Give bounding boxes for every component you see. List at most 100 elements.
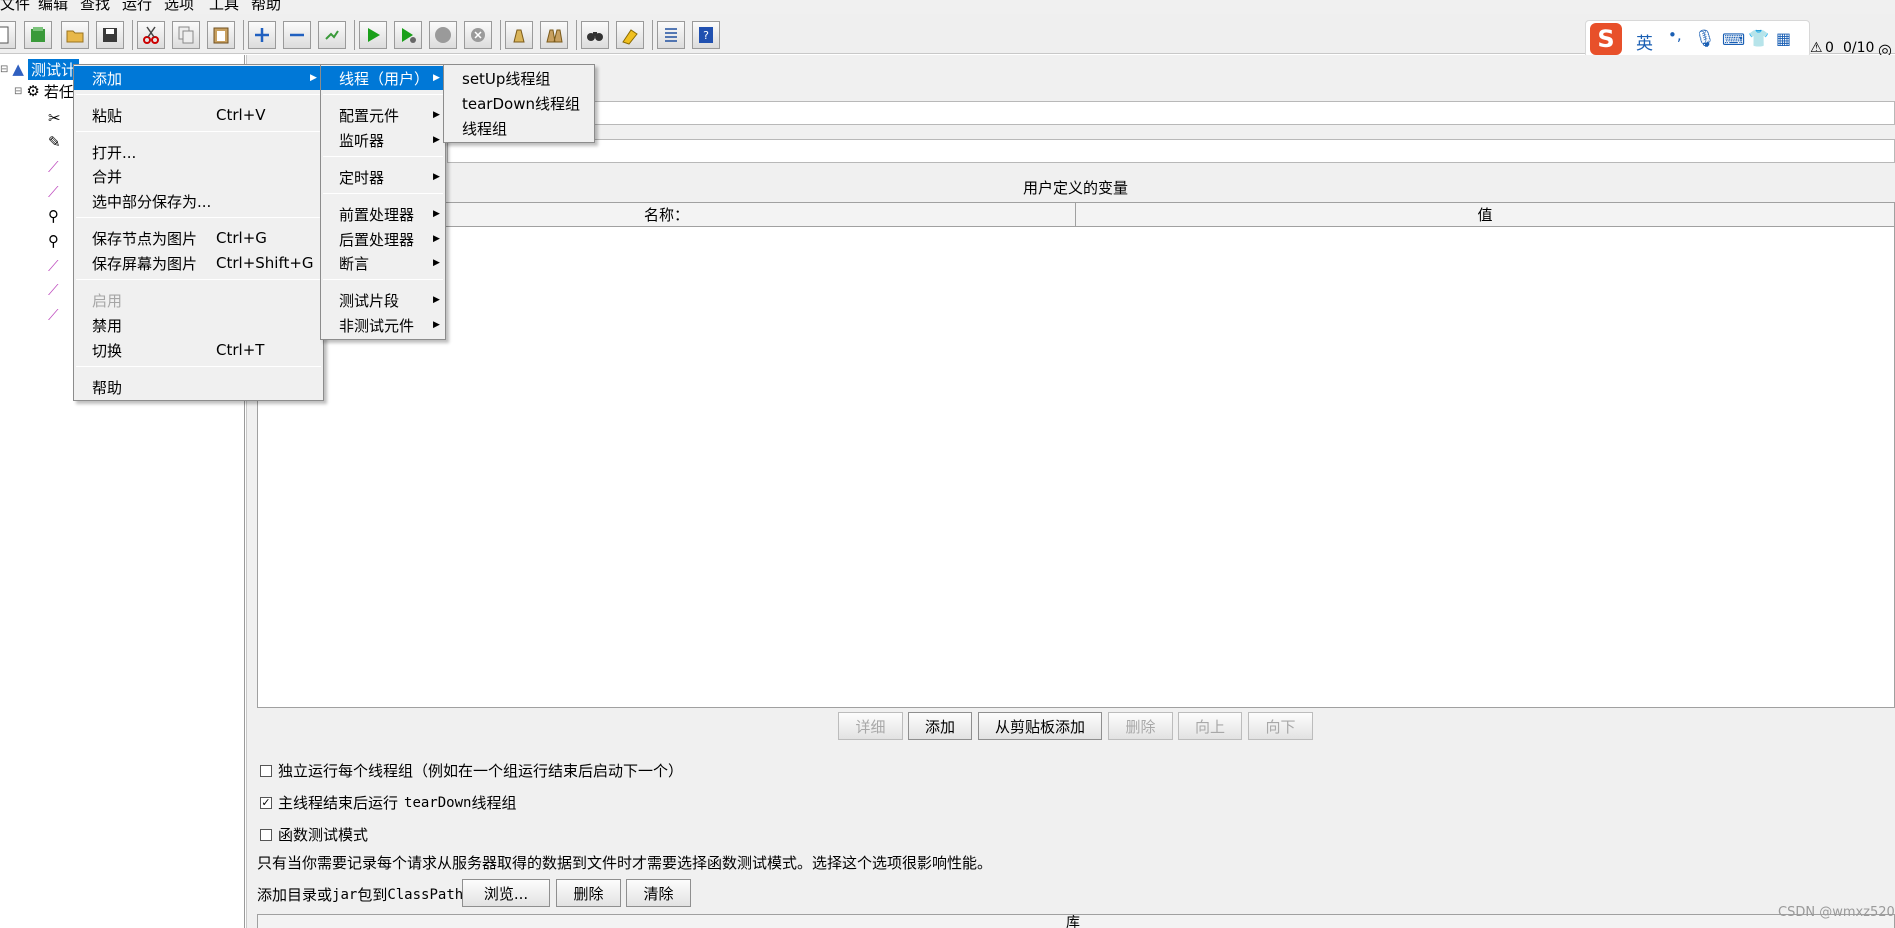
ime-toolbar: S 英 •, 🎙 ⌨ 👕 ▦ [1585,20,1810,58]
sampler-icon[interactable]: ✂ [48,107,61,129]
delete-button[interactable]: 删除 [1108,712,1173,740]
templates-icon[interactable] [24,21,52,49]
checkbox-checked[interactable]: ✓ [260,796,272,809]
submenu-item-setup-thread-group[interactable]: setUp线程组 [444,66,594,90]
search-icon[interactable] [581,21,609,49]
menu-item-merge[interactable]: 合并 [74,164,323,188]
submenu-item-non-test[interactable]: 非测试元件 ▶ [321,313,445,337]
listener-graph-icon[interactable]: ⟋ [48,181,59,203]
move-up-button[interactable]: 向上 [1178,712,1242,740]
edit-icon[interactable]: ✎ [48,131,61,153]
magnifier-icon[interactable]: ⚲ [48,230,59,252]
menu-item-help[interactable]: 帮助 [74,375,323,399]
submenu-item-config[interactable]: 配置元件 ▶ [321,103,445,127]
clear-icon[interactable] [505,21,533,49]
classpath-label-mono: jar [332,886,358,903]
submenu-item-thread-group[interactable]: 线程组 [444,116,594,140]
menu-tools[interactable]: 工具 [209,0,239,13]
column-value-header[interactable]: 值 [1076,203,1894,227]
start-icon[interactable] [359,21,387,49]
menu-search[interactable]: 查找 [80,0,110,13]
comments-field[interactable] [447,139,1895,163]
submenu-item-preprocessor[interactable]: 前置处理器 ▶ [321,202,445,226]
submenu-item-assertion[interactable]: 断言 ▶ [321,251,445,275]
stop-icon[interactable] [429,21,457,49]
add-from-clipboard-button[interactable]: 从剪贴板添加 [978,712,1102,740]
toolbox-icon[interactable]: ▦ [1776,29,1791,48]
submenu-item-teardown-thread-group[interactable]: tearDown线程组 [444,91,594,115]
listener-graph-icon[interactable]: ⟋ [48,156,59,178]
functional-mode-option[interactable]: 函数测试模式 [260,824,368,845]
menu-run[interactable]: 运行 [122,0,152,13]
expand-icon[interactable] [248,21,276,49]
menu-item-toggle[interactable]: 切换 Ctrl+T [74,338,323,362]
listener-graph-icon[interactable]: ⟋ [48,255,59,277]
detail-button[interactable]: 详细 [838,712,903,740]
menu-options[interactable]: 选项 [164,0,194,13]
submenu-item-postprocessor[interactable]: 后置处理器 ▶ [321,227,445,251]
variables-table[interactable]: 名称： 值 [257,202,1895,708]
function-helper-icon[interactable] [657,21,685,49]
move-down-button[interactable]: 向下 [1248,712,1313,740]
menu-edit[interactable]: 编辑 [38,0,68,13]
tree-root[interactable]: ⊟ ▲ 测试计 [0,58,79,80]
menu-item-label: 启用 [92,291,123,310]
menu-item-add[interactable]: 添加 ▶ [74,66,323,90]
shutdown-icon[interactable] [464,21,492,49]
collapse-icon[interactable] [283,21,311,49]
skin-icon[interactable]: 👕 [1748,29,1769,49]
menu-item-save-screen-image[interactable]: 保存屏幕为图片 Ctrl+Shift+G [74,251,323,275]
browse-button[interactable]: 浏览... [462,879,550,907]
classpath-delete-button[interactable]: 删除 [556,879,621,907]
clear-all-icon[interactable] [540,21,568,49]
menu-item-save-node-image[interactable]: 保存节点为图片 Ctrl+G [74,226,323,250]
submenu-arrow-icon: ▶ [433,110,440,120]
checkbox[interactable] [260,764,272,777]
watermark: CSDN @wmxz520 [1778,905,1895,920]
menu-item-enable[interactable]: 启用 [74,288,323,312]
open-icon[interactable] [61,21,89,49]
menu-file[interactable]: 文件 [0,0,30,13]
keyboard-icon[interactable]: ⌨ [1722,30,1745,49]
listener-graph-icon[interactable]: ⟋ [48,279,59,301]
collapse-toggle-icon[interactable]: ⊟ [0,64,8,75]
ime-lang[interactable]: 英 [1636,29,1653,54]
magnifier-icon[interactable]: ⚲ [48,205,59,227]
microphone-icon[interactable]: 🎙 [1694,29,1716,49]
name-field[interactable] [447,101,1895,125]
sogou-logo-icon[interactable]: S [1590,23,1622,55]
submenu-item-threads[interactable]: 线程（用户） ▶ [321,66,445,90]
menu-item-save-selection[interactable]: 选中部分保存为... [74,189,323,213]
menu-item-accel: Ctrl+Shift+G [216,254,314,272]
submenu-item-test-fragment[interactable]: 测试片段 ▶ [321,288,445,312]
start-no-pause-icon[interactable] [394,21,422,49]
save-icon[interactable] [96,21,124,49]
menu-item-paste[interactable]: 粘贴 Ctrl+V [74,103,323,127]
menu-help[interactable]: 帮助 [251,0,281,13]
menu-item-open[interactable]: 打开... [74,140,323,164]
tree-child-label[interactable]: 若任 [44,81,74,102]
teardown-on-shutdown-option[interactable]: ✓ 主线程结束后运行 tearDown 线程组 [260,792,516,813]
new-icon[interactable] [0,21,16,49]
tree-child[interactable]: ⊟ ⚙ 若任 [14,80,74,102]
paste-icon[interactable] [207,21,235,49]
submenu-item-timer[interactable]: 定时器 ▶ [321,165,445,189]
cut-icon[interactable] [137,21,165,49]
ime-punct[interactable]: •, [1668,26,1682,44]
help-icon[interactable]: ? [692,21,720,49]
toggle-icon[interactable] [318,21,346,49]
add-button[interactable]: 添加 [908,712,972,740]
library-table[interactable]: 库 [257,914,1895,928]
library-header[interactable]: 库 [1066,915,1080,928]
copy-icon[interactable] [172,21,200,49]
collapse-toggle-icon[interactable]: ⊟ [14,86,22,97]
menu-item-disable[interactable]: 禁用 [74,313,323,337]
menu-item-label: 保存节点为图片 [92,229,198,248]
reset-search-icon[interactable] [616,21,644,49]
classpath-clear-button[interactable]: 清除 [626,879,691,907]
serialize-threadgroups-option[interactable]: 独立运行每个线程组（例如在一个组运行结束后启动下一个） [260,760,683,781]
checkbox[interactable] [260,828,272,841]
tree-root-label[interactable]: 测试计 [27,58,79,80]
submenu-item-listener[interactable]: 监听器 ▶ [321,128,445,152]
listener-graph-icon[interactable]: ⟋ [48,304,59,326]
